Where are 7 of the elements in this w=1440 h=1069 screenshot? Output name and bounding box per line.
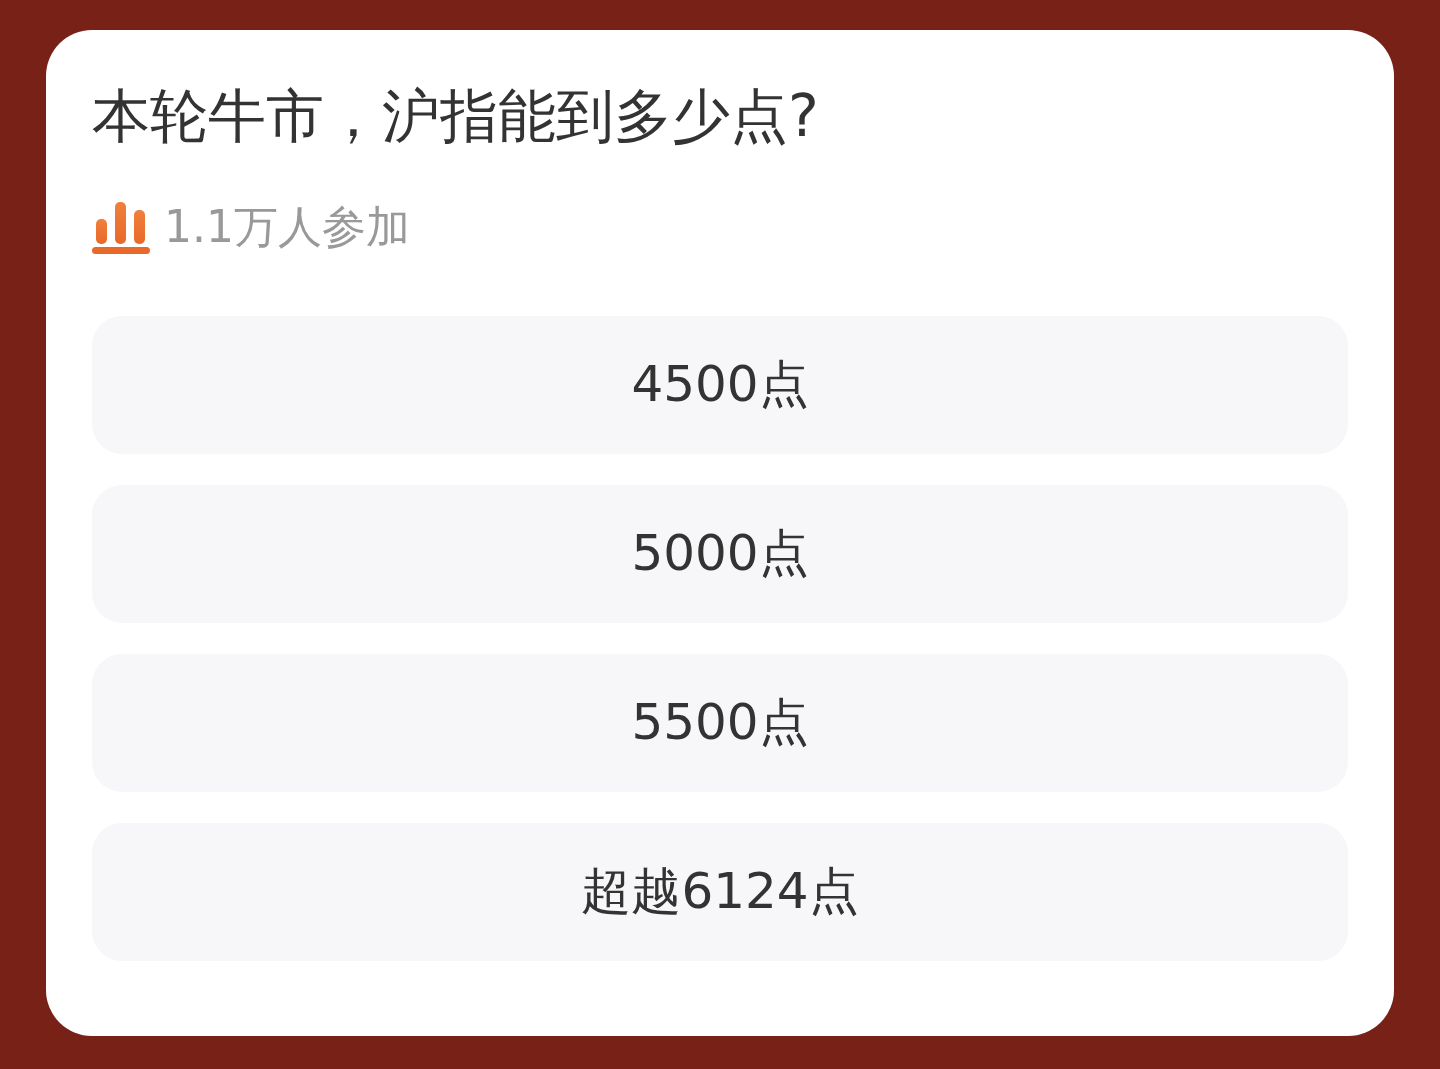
- poll-option[interactable]: 4500点: [92, 315, 1348, 454]
- poll-option[interactable]: 超越6124点: [92, 822, 1348, 961]
- bar-chart-icon: [92, 201, 150, 254]
- poll-option[interactable]: 5500点: [92, 653, 1348, 792]
- poll-question: 本轮牛市，沪指能到多少点?: [92, 82, 820, 152]
- poll-option[interactable]: 5000点: [92, 484, 1348, 623]
- participant-count: 1.1万人参加: [164, 203, 410, 252]
